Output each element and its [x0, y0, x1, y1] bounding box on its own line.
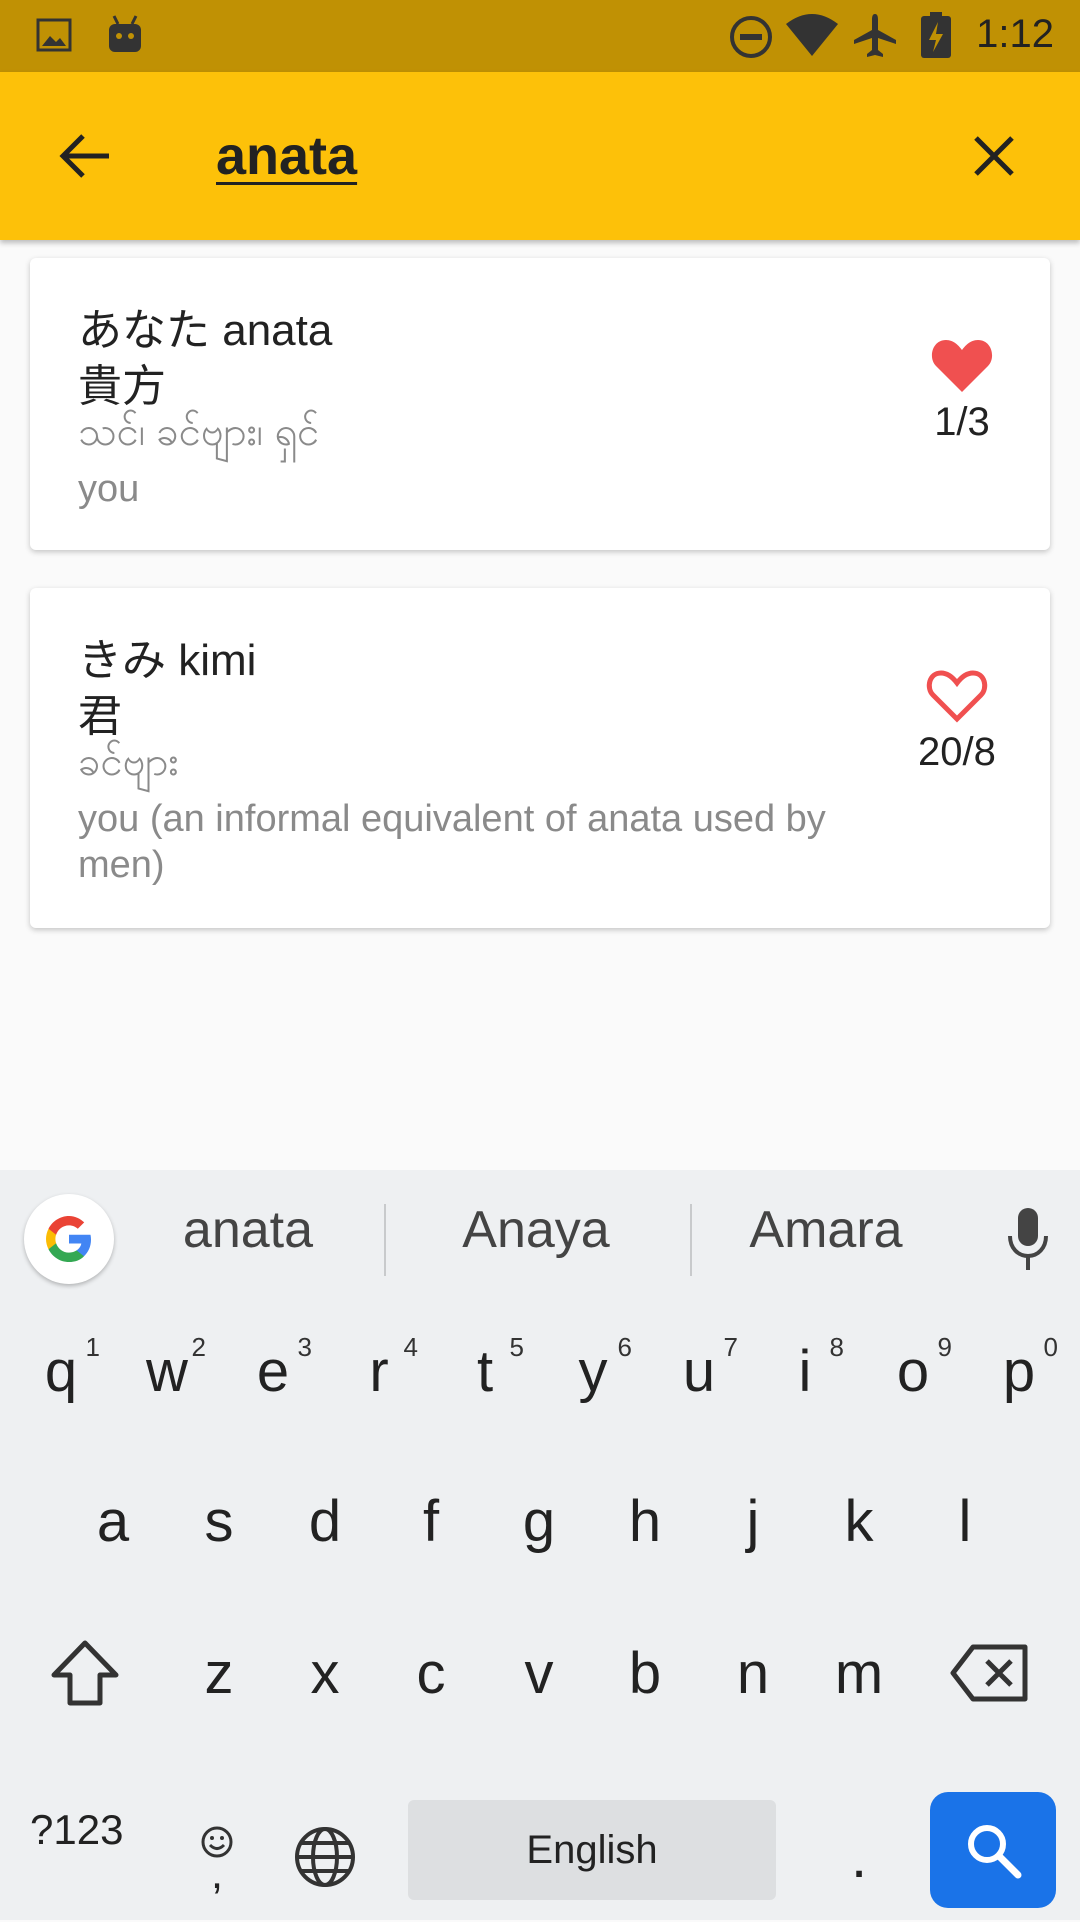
result-card[interactable]: あなた anata 貴方 သင်၊ ခင်ဗျား၊ ရှင် you 1/3	[30, 258, 1050, 550]
key-r[interactable]: r4	[326, 1306, 432, 1436]
arrow-left-icon	[59, 134, 109, 178]
battery-charging-icon	[918, 12, 954, 65]
key-t[interactable]: t5	[432, 1306, 538, 1436]
key-l[interactable]: l	[912, 1456, 1018, 1586]
symbols-key[interactable]: ?123	[30, 1806, 123, 1854]
key-z[interactable]: z	[166, 1608, 272, 1738]
favorite-count: 20/8	[918, 730, 996, 774]
key-h[interactable]: h	[592, 1456, 698, 1586]
close-icon	[974, 136, 1014, 176]
backspace-icon	[950, 1644, 1028, 1702]
heart-filled-icon	[931, 340, 993, 392]
suggestion-2[interactable]: Anaya	[420, 1200, 652, 1260]
key-n[interactable]: n	[700, 1608, 806, 1738]
key-s[interactable]: s	[166, 1456, 272, 1586]
key-g[interactable]: g	[486, 1456, 592, 1586]
key-a[interactable]: a	[60, 1456, 166, 1586]
result-myanmar: သင်၊ ခင်ဗျား၊ ရှင်	[78, 410, 320, 454]
favorite-toggle[interactable]: 1/3	[930, 336, 994, 445]
suggestion-divider	[384, 1204, 386, 1276]
key-y[interactable]: y6	[540, 1306, 646, 1436]
android-icon	[106, 12, 144, 61]
key-j[interactable]: j	[700, 1456, 806, 1586]
key-k[interactable]: k	[806, 1456, 912, 1586]
key-u[interactable]: u7	[646, 1306, 752, 1436]
key-d[interactable]: d	[272, 1456, 378, 1586]
key-i[interactable]: i8	[752, 1306, 858, 1436]
emoji-comma-key[interactable]: ,	[164, 1792, 270, 1922]
result-myanmar: ခင်ဗျား	[78, 740, 179, 784]
status-bar: 1:12	[0, 0, 1080, 72]
period-key[interactable]: .	[806, 1792, 912, 1922]
key-f[interactable]: f	[378, 1456, 484, 1586]
favorite-count: 1/3	[934, 400, 990, 444]
microphone-icon	[1008, 1208, 1048, 1270]
result-kanji: 君	[78, 692, 122, 741]
shift-key[interactable]	[32, 1608, 138, 1738]
shift-icon	[51, 1640, 119, 1706]
image-icon	[36, 18, 72, 57]
result-kana: きみ kimi	[78, 636, 257, 685]
space-bar[interactable]: English	[408, 1800, 776, 1900]
result-kana: あなた anata	[78, 306, 333, 355]
suggestion-divider	[690, 1204, 692, 1276]
key-c[interactable]: c	[378, 1608, 484, 1738]
key-b[interactable]: b	[592, 1608, 698, 1738]
on-screen-keyboard: q1 w2 e3 r4 t5 y6 u7 i8 o9 p0 a s d f g …	[0, 1306, 1080, 1920]
suggestion-3[interactable]: Amara	[716, 1200, 936, 1260]
search-app-bar	[0, 72, 1080, 240]
google-button[interactable]	[24, 1194, 114, 1284]
back-button[interactable]	[44, 114, 128, 198]
result-kanji: 貴方	[78, 362, 166, 411]
key-q[interactable]: q1	[8, 1306, 114, 1436]
suggestion-1[interactable]: anata	[140, 1200, 356, 1260]
key-v[interactable]: v	[486, 1608, 592, 1738]
key-x[interactable]: x	[272, 1608, 378, 1738]
result-english: you	[78, 468, 140, 510]
backspace-key[interactable]	[936, 1608, 1042, 1738]
globe-icon	[295, 1827, 355, 1887]
keyboard-suggestion-bar: anata Anaya Amara	[0, 1170, 1080, 1306]
heart-outline-icon	[926, 670, 988, 723]
key-p[interactable]: p0	[966, 1306, 1072, 1436]
key-w[interactable]: w2	[114, 1306, 220, 1436]
clock-time: 1:12	[976, 12, 1054, 56]
clear-search-button[interactable]	[952, 114, 1036, 198]
search-icon	[968, 1825, 1022, 1879]
search-input[interactable]	[216, 118, 936, 194]
airplane-icon	[852, 12, 898, 65]
google-g-icon	[46, 1216, 91, 1262]
key-m[interactable]: m	[806, 1608, 912, 1738]
result-english: you (an informal equivalent of anata use…	[78, 798, 826, 886]
search-submit-key[interactable]	[930, 1792, 1056, 1908]
key-o[interactable]: o9	[860, 1306, 966, 1436]
key-e[interactable]: e3	[220, 1306, 326, 1436]
result-card[interactable]: きみ kimi 君 ခင်ဗျား you (an informal equiv…	[30, 588, 1050, 928]
wifi-icon	[784, 14, 840, 63]
do-not-disturb-icon	[728, 14, 774, 65]
favorite-toggle[interactable]: 20/8	[918, 666, 996, 775]
voice-input-button[interactable]	[1006, 1206, 1050, 1277]
language-key[interactable]	[272, 1792, 378, 1922]
